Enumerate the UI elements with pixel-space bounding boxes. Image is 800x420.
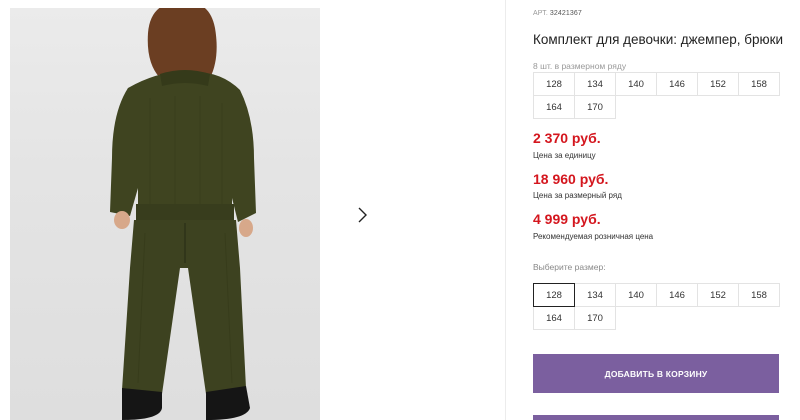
next-image-button[interactable] — [343, 195, 382, 234]
size-option-146[interactable]: 146 — [656, 283, 698, 307]
chevron-right-icon — [358, 207, 367, 222]
article-prefix: АРТ. — [533, 10, 548, 17]
panel-divider — [505, 0, 506, 420]
row-size-cell: 170 — [574, 95, 616, 119]
size-option-164[interactable]: 164 — [533, 306, 575, 330]
article-number: АРТ. 32421367 — [533, 10, 582, 17]
retail-price-label: Рекомендуемая розничная цена — [533, 232, 654, 241]
product-photo — [10, 8, 320, 420]
product-title: Комплект для девочки: джемпер, брюки — [533, 32, 784, 47]
size-option-152[interactable]: 152 — [697, 283, 739, 307]
size-row-note: 8 шт. в размерном ряду — [533, 61, 627, 71]
unit-price-label: Цена за единицу — [533, 151, 596, 160]
row-size-cell: 134 — [574, 72, 616, 96]
size-option-158[interactable]: 158 — [738, 283, 780, 307]
row-size-cell: 164 — [533, 95, 575, 119]
row-size-cell: 158 — [738, 72, 780, 96]
secondary-action-button[interactable] — [533, 415, 779, 420]
choose-size-label: Выберите размер: — [533, 262, 606, 272]
row-size-cell: 140 — [615, 72, 657, 96]
row-size-cell: 152 — [697, 72, 739, 96]
product-gallery — [0, 0, 505, 420]
row-price-label: Цена за размерный ряд — [533, 191, 622, 200]
size-option-170[interactable]: 170 — [574, 306, 616, 330]
size-option-140[interactable]: 140 — [615, 283, 657, 307]
add-to-cart-button[interactable]: ДОБАВИТЬ В КОРЗИНУ — [533, 354, 779, 393]
row-size-cell: 128 — [533, 72, 575, 96]
row-price: 18 960 руб. — [533, 171, 609, 187]
retail-price: 4 999 руб. — [533, 211, 601, 227]
row-size-cell: 146 — [656, 72, 698, 96]
model-figure-image — [110, 8, 256, 420]
article-value: 32421367 — [549, 10, 582, 17]
size-option-134[interactable]: 134 — [574, 283, 616, 307]
unit-price: 2 370 руб. — [533, 130, 601, 146]
size-option-128[interactable]: 128 — [533, 283, 575, 307]
